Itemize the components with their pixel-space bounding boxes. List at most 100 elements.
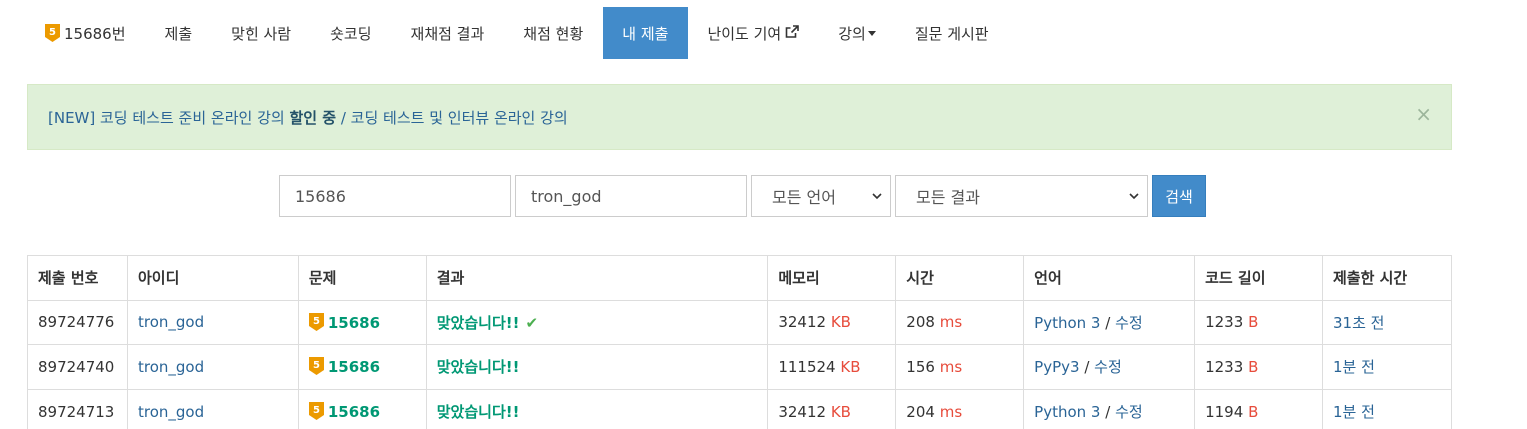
submitted-time-cell: 1분 전 <box>1322 388 1452 429</box>
result-cell: 맞았습니다!! <box>425 388 769 429</box>
user-cell: tron_god <box>126 299 299 346</box>
user-link[interactable]: tron_god <box>138 358 204 376</box>
memory-unit: KB <box>830 313 851 332</box>
nav-submit[interactable]: 제출 <box>145 7 212 59</box>
code-length-unit: B <box>1248 402 1259 421</box>
source-link[interactable]: Python 3 <box>1034 403 1100 421</box>
problem-id-input[interactable]: 15686 <box>279 175 511 217</box>
code-length-unit: B <box>1248 313 1259 332</box>
result-accepted[interactable]: 맞았습니다!! <box>437 358 520 376</box>
code-length-value: 1233 <box>1205 357 1244 376</box>
problem-link[interactable]: 15686 <box>328 403 380 421</box>
promo-suffix: / 코딩 테스트 및 인터뷰 온라인 강의 <box>336 108 568 127</box>
col-header-time: 시간 <box>895 255 1025 301</box>
language-select[interactable]: 모든 언어 <box>751 175 891 217</box>
code-length-value: 1194 <box>1205 402 1244 421</box>
problem-link[interactable]: 15686 <box>328 314 380 332</box>
edit-link[interactable]: 수정 <box>1115 314 1143 332</box>
time-value: 204 <box>906 402 935 421</box>
gold-tier-icon: 5 <box>45 24 60 42</box>
nav-problem-link[interactable]: 5 15686번 <box>27 7 145 59</box>
chevron-down-icon <box>872 193 882 200</box>
problem-menu-nav: 5 15686번 제출 맞힌 사람 숏코딩 재채점 결과 채점 현황 내 제출 … <box>27 7 1008 59</box>
nav-solvers[interactable]: 맞힌 사람 <box>212 7 311 59</box>
col-header-problem: 문제 <box>297 255 427 301</box>
nav-rejudge-results-label: 재채점 결과 <box>410 24 485 43</box>
result-cell: 맞았습니다!! ✔ <box>425 299 769 346</box>
close-icon[interactable]: × <box>1415 104 1432 124</box>
nav-short-coding[interactable]: 숏코딩 <box>311 7 391 59</box>
submitted-time-link[interactable]: 31초 전 <box>1333 314 1384 332</box>
nav-problem-label: 15686번 <box>64 24 126 43</box>
col-header-memory: 메모리 <box>767 255 897 301</box>
nav-my-submissions[interactable]: 내 제출 <box>602 7 688 59</box>
table-row: 89724776 tron_god 5 15686 맞았습니다!! ✔ 32412 … <box>27 299 1452 346</box>
user-link[interactable]: tron_god <box>138 403 204 421</box>
col-header-language: 언어 <box>1023 255 1196 301</box>
submitted-time-link[interactable]: 1분 전 <box>1333 358 1375 376</box>
nav-lecture-dropdown[interactable]: 강의 <box>819 7 896 59</box>
problem-cell: 5 15686 <box>297 299 427 346</box>
problem-link[interactable]: 15686 <box>328 358 380 376</box>
promo-link[interactable]: [NEW] 코딩 테스트 준비 온라인 강의 할인 중 / 코딩 테스트 및 인… <box>48 107 568 128</box>
svg-text:5: 5 <box>49 27 56 38</box>
submission-id: 89724776 <box>27 299 128 346</box>
problem-cell: 5 15686 <box>297 388 427 429</box>
time-cell: 204 ms <box>895 388 1025 429</box>
source-link[interactable]: Python 3 <box>1034 314 1100 332</box>
caret-down-icon <box>867 30 876 36</box>
user-cell: tron_god <box>126 344 299 390</box>
memory-cell: 32412 KB <box>767 388 897 429</box>
table-row: 89724713 tron_god 5 15686 맞았습니다!! 32412 K… <box>27 388 1452 429</box>
time-unit: ms <box>939 313 963 332</box>
edit-link[interactable]: 수정 <box>1115 403 1143 421</box>
code-length-cell: 1233 B <box>1194 299 1323 346</box>
nav-status[interactable]: 채점 현황 <box>504 7 603 59</box>
source-link[interactable]: PyPy3 <box>1034 358 1079 376</box>
user-id-input[interactable]: tron_god <box>515 175 747 217</box>
gold-tier-icon: 5 <box>308 312 324 331</box>
nav-question-board[interactable]: 질문 게시판 <box>895 7 1008 59</box>
nav-my-submissions-label: 내 제출 <box>622 24 669 43</box>
memory-value: 32412 <box>778 402 827 421</box>
edit-link[interactable]: 수정 <box>1094 358 1122 376</box>
submission-id: 89724713 <box>27 388 128 429</box>
submission-id: 89724740 <box>27 344 128 390</box>
code-length-cell: 1233 B <box>1194 344 1323 390</box>
table-row: 89724740 tron_god 5 15686 맞았습니다!! 111524 … <box>27 344 1452 390</box>
submitted-time-cell: 1분 전 <box>1322 344 1452 390</box>
search-button[interactable]: 검색 <box>1152 175 1206 217</box>
result-select[interactable]: 모든 결과 <box>895 175 1148 217</box>
memory-cell: 111524 KB <box>767 344 897 390</box>
result-accepted[interactable]: 맞았습니다!! <box>437 314 520 332</box>
status-search-form: 15686 tron_god 모든 언어 모든 결과 검색 <box>279 175 1206 217</box>
submitted-time-link[interactable]: 1분 전 <box>1333 403 1375 421</box>
time-value: 208 <box>906 313 935 332</box>
problem-cell: 5 15686 <box>297 344 427 390</box>
lecture-promo-alert: [NEW] 코딩 테스트 준비 온라인 강의 할인 중 / 코딩 테스트 및 인… <box>27 84 1452 150</box>
nav-lecture-label: 강의 <box>838 24 866 43</box>
nav-short-coding-label: 숏코딩 <box>330 24 372 43</box>
table-header-row: 제출 번호 아이디 문제 결과 메모리 시간 언어 코드 길이 제출한 시간 <box>27 255 1452 301</box>
time-unit: ms <box>939 357 963 376</box>
result-cell: 맞았습니다!! <box>425 344 769 390</box>
memory-unit: KB <box>840 357 861 376</box>
col-header-user: 아이디 <box>126 255 299 301</box>
nav-difficulty-contribution[interactable]: 난이도 기여 <box>688 7 819 59</box>
user-link[interactable]: tron_god <box>138 313 204 331</box>
code-length-unit: B <box>1248 357 1259 376</box>
gold-tier-icon: 5 <box>308 357 324 376</box>
code-length-value: 1233 <box>1205 313 1244 332</box>
nav-status-label: 채점 현황 <box>523 24 584 43</box>
memory-value: 111524 <box>778 357 836 376</box>
time-value: 156 <box>906 357 935 376</box>
language-cell: Python 3 / 수정 <box>1023 388 1196 429</box>
nav-question-board-label: 질문 게시판 <box>914 24 989 43</box>
memory-cell: 32412 KB <box>767 299 897 346</box>
status-table: 제출 번호 아이디 문제 결과 메모리 시간 언어 코드 길이 제출한 시간 8… <box>27 255 1452 429</box>
time-unit: ms <box>939 402 963 421</box>
language-select-value: 모든 언어 <box>772 188 836 207</box>
nav-rejudge-results[interactable]: 재채점 결과 <box>391 7 504 59</box>
language-cell: Python 3 / 수정 <box>1023 299 1196 346</box>
result-accepted[interactable]: 맞았습니다!! <box>437 403 520 421</box>
